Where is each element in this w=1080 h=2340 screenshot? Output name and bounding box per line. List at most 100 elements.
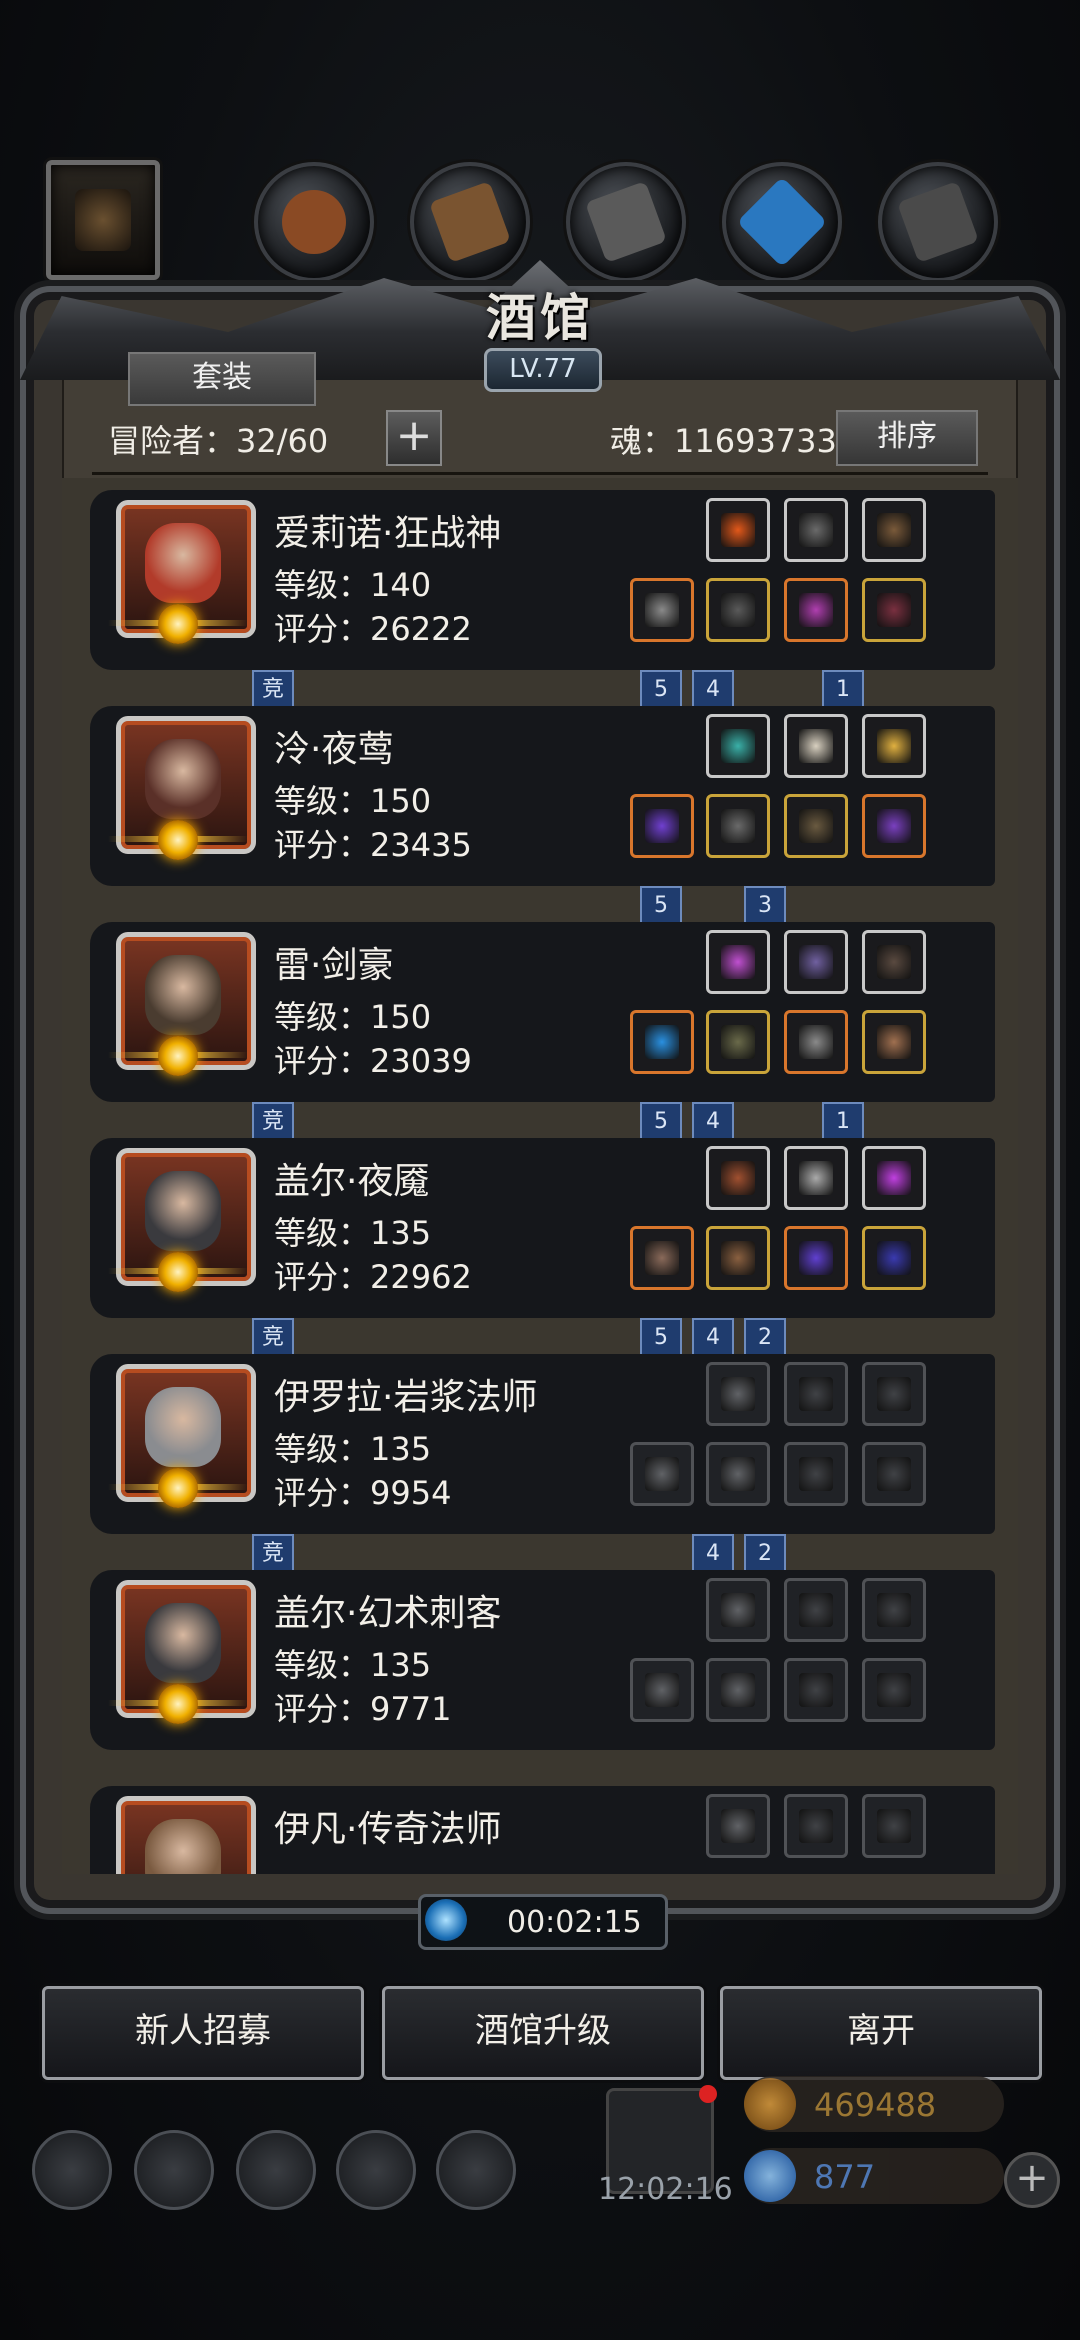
equipment-slot[interactable]: [862, 1010, 926, 1074]
achievement-icon[interactable]: [134, 2130, 214, 2210]
equipment-slot[interactable]: [784, 930, 848, 994]
equipment-icon: [877, 1457, 911, 1491]
equipment-slot[interactable]: [784, 498, 848, 562]
equipment-icon: [799, 1241, 833, 1275]
tab-bag[interactable]: [254, 162, 374, 282]
hero-card[interactable]: 伊凡·传奇法师: [90, 1786, 995, 1874]
equipment-slot[interactable]: [706, 578, 770, 642]
equipment-icon: [799, 1809, 833, 1843]
equipment-slot[interactable]: [862, 794, 926, 858]
sort-button[interactable]: 排序: [836, 410, 978, 466]
tab-stone[interactable]: [566, 162, 686, 282]
rarity-sun-icon: [158, 1252, 198, 1292]
add-resource-button[interactable]: +: [1004, 2152, 1060, 2208]
equipment-slot[interactable]: [706, 794, 770, 858]
gold-value: 469488: [814, 2086, 937, 2124]
equipment-slot[interactable]: [630, 794, 694, 858]
hero-portrait[interactable]: [116, 1796, 256, 1874]
hero-card[interactable]: 泠·夜莺 等级：150 评分：23435: [90, 706, 995, 886]
equipment-slot[interactable]: [630, 1658, 694, 1722]
equipment-slot[interactable]: [706, 1362, 770, 1426]
hero-level: 等级：135: [274, 1430, 432, 1468]
hero-list[interactable]: 爱莉诺·狂战神 等级：140 评分：26222 竞 5 4 1 泠·夜莺 等级：150 …: [62, 478, 1018, 1874]
tab-iron[interactable]: [878, 162, 998, 282]
inventory-icon[interactable]: [436, 2130, 516, 2210]
equipment-slot[interactable]: [706, 1658, 770, 1722]
equipment-slot[interactable]: [706, 1442, 770, 1506]
hero-face: [145, 1819, 221, 1874]
equipment-slot[interactable]: [706, 930, 770, 994]
hero-card[interactable]: 爱莉诺·狂战神 等级：140 评分：26222: [90, 490, 995, 670]
equipment-slot[interactable]: [784, 1578, 848, 1642]
equipment-icon: [721, 1457, 755, 1491]
hero-face: [145, 955, 221, 1035]
game-clock: 12:02:16: [598, 2172, 733, 2207]
equipment-slot[interactable]: [784, 1794, 848, 1858]
equipment-slot[interactable]: [706, 1794, 770, 1858]
upgrade-tavern-button[interactable]: 酒馆升级: [382, 1986, 704, 2080]
equipment-slot[interactable]: [706, 714, 770, 778]
gold-resource: 469488: [744, 2076, 1004, 2132]
equipment-slot[interactable]: [784, 1226, 848, 1290]
add-slot-button[interactable]: +: [386, 410, 442, 466]
equipment-slot[interactable]: [706, 1010, 770, 1074]
equipment-icon: [721, 1241, 755, 1275]
equipment-slot[interactable]: [706, 1226, 770, 1290]
hero-name: 盖尔·夜魇: [274, 1161, 430, 1202]
equipment-slot[interactable]: [862, 498, 926, 562]
equipment-slot[interactable]: [862, 930, 926, 994]
equipment-slot[interactable]: [784, 578, 848, 642]
equipment-slot[interactable]: [784, 1658, 848, 1722]
equipment-slot[interactable]: [784, 794, 848, 858]
leave-button[interactable]: 离开: [720, 1986, 1042, 2080]
equipment-slot[interactable]: [862, 578, 926, 642]
equipment-slot[interactable]: [784, 1146, 848, 1210]
hero-name: 伊凡·传奇法师: [274, 1809, 502, 1850]
equipment-slot[interactable]: [862, 1658, 926, 1722]
adventurer-count: 冒险者：32/60: [108, 422, 329, 460]
rarity-sun-icon: [158, 1036, 198, 1076]
hero-card[interactable]: 雷·剑豪 等级：150 评分：23039: [90, 922, 995, 1102]
equipment-slot[interactable]: [630, 1442, 694, 1506]
equipment-icon: [799, 1377, 833, 1411]
equipment-slot[interactable]: [862, 1146, 926, 1210]
hero-card[interactable]: 盖尔·幻术刺客 等级：135 评分：9771: [90, 1570, 995, 1750]
equipment-slot[interactable]: [784, 1010, 848, 1074]
recruit-button[interactable]: 新人招募: [42, 1986, 364, 2080]
equipment-slot[interactable]: [862, 1226, 926, 1290]
equipment-slot[interactable]: [862, 714, 926, 778]
equipment-slot[interactable]: [630, 1010, 694, 1074]
tab-crystal[interactable]: [722, 162, 842, 282]
hero-level: 等级：135: [274, 1646, 432, 1684]
equipment-icon: [799, 729, 833, 763]
equipment-slot[interactable]: [630, 1226, 694, 1290]
hero-name: 泠·夜莺: [274, 729, 394, 770]
equipment-slot[interactable]: [862, 1362, 926, 1426]
shop-icon[interactable]: [236, 2130, 316, 2210]
hero-level: 等级：150: [274, 782, 432, 820]
equipment-slot[interactable]: [784, 714, 848, 778]
equipment-slot[interactable]: [784, 1362, 848, 1426]
mail-icon[interactable]: [336, 2130, 416, 2210]
equipment-slot[interactable]: [630, 578, 694, 642]
equipment-slot[interactable]: [862, 1794, 926, 1858]
equipment-slot[interactable]: [784, 1442, 848, 1506]
gem-resource: 877: [744, 2148, 1004, 2204]
suit-button[interactable]: 套装: [128, 352, 316, 406]
hero-score: 评分：23039: [274, 1042, 472, 1080]
hero-card[interactable]: 伊罗拉·岩浆法师 等级：135 评分：9954: [90, 1354, 995, 1534]
rarity-sun-icon: [158, 1684, 198, 1724]
tab-wood[interactable]: [410, 162, 530, 282]
hero-card[interactable]: 盖尔·夜魇 等级：135 评分：22962: [90, 1138, 995, 1318]
equipment-slot[interactable]: [706, 1578, 770, 1642]
equipment-icon: [799, 513, 833, 547]
equipment-icon: [799, 809, 833, 843]
equipment-icon: [721, 809, 755, 843]
equipment-slot[interactable]: [862, 1442, 926, 1506]
equipment-icon: [721, 1593, 755, 1627]
settings-icon[interactable]: [32, 2130, 112, 2210]
equipment-slot[interactable]: [706, 1146, 770, 1210]
equipment-slot[interactable]: [862, 1578, 926, 1642]
tab-tavern[interactable]: [46, 160, 160, 280]
equipment-slot[interactable]: [706, 498, 770, 562]
